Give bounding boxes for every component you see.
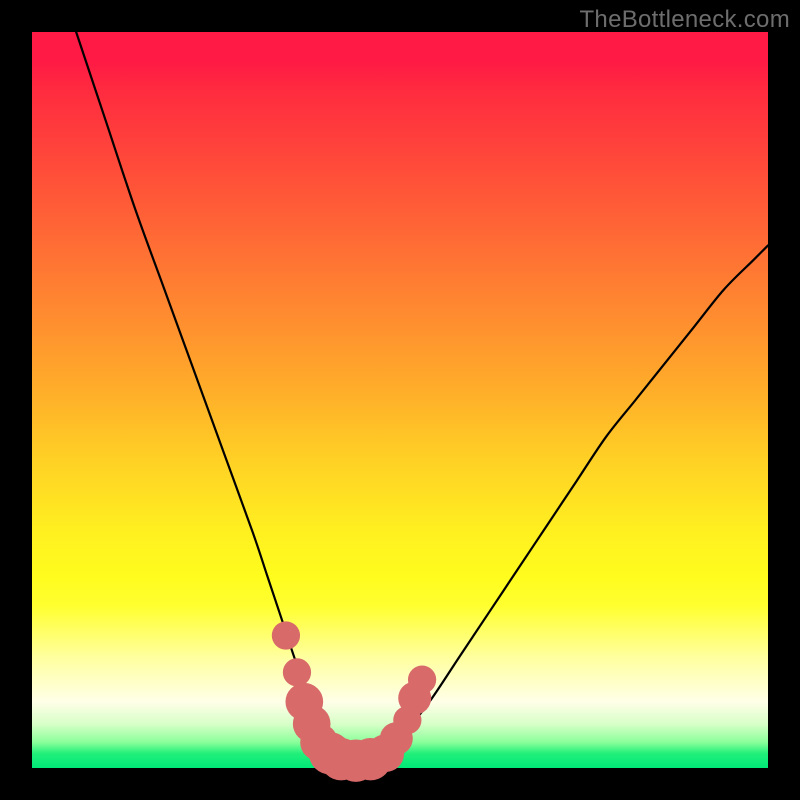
chart-svg bbox=[32, 32, 768, 768]
chart-stage: TheBottleneck.com bbox=[0, 0, 800, 800]
curve-markers bbox=[272, 621, 436, 781]
plot-area bbox=[32, 32, 768, 768]
curve-marker bbox=[408, 666, 436, 694]
watermark-label: TheBottleneck.com bbox=[579, 6, 790, 34]
curve-marker bbox=[272, 621, 300, 649]
curve-marker bbox=[283, 658, 311, 686]
bottleneck-curve bbox=[76, 32, 768, 761]
